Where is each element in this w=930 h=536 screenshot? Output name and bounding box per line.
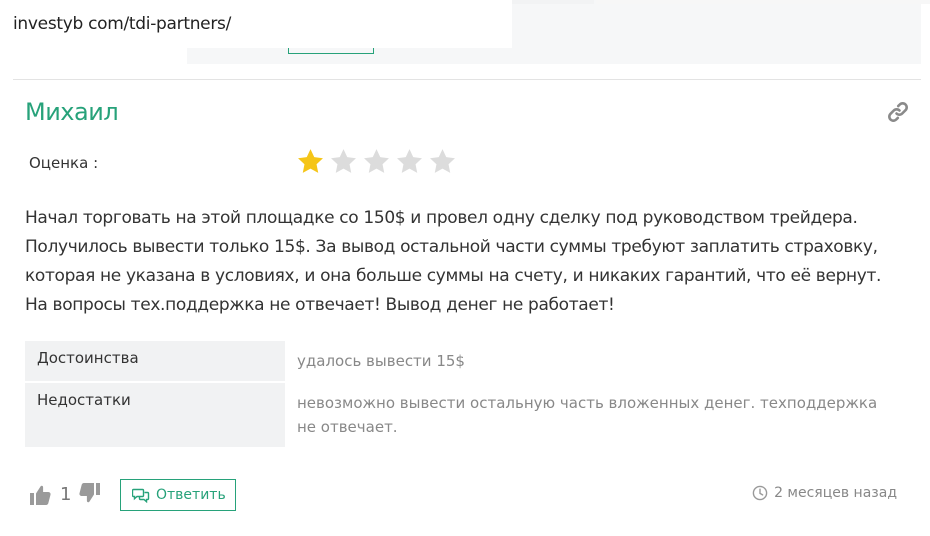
divider xyxy=(13,79,921,80)
review-text: Начал торговать на этой площадке со 150$… xyxy=(25,208,882,315)
rating-label: Оценка : xyxy=(29,154,99,172)
url-text[interactable]: investyb com/tdi-partners/ xyxy=(13,14,231,34)
link-icon[interactable] xyxy=(886,100,910,124)
top-strip xyxy=(512,0,594,4)
cons-value: невозможно вывести остальную часть вложе… xyxy=(285,382,909,449)
reply-button[interactable]: Ответить xyxy=(120,479,236,511)
pros-cons-table: Достоинства удалось вывести 15$ Недостат… xyxy=(25,341,909,449)
vote-count: 1 xyxy=(60,484,72,505)
review-footer: 1 Ответить 2 месяцев назад xyxy=(29,478,899,512)
star-empty-icon xyxy=(430,149,455,173)
clock-icon xyxy=(752,485,768,501)
thumbs-down-icon[interactable] xyxy=(79,482,101,506)
pros-row: Достоинства удалось вывести 15$ xyxy=(25,341,909,383)
rating-stars xyxy=(296,147,457,176)
cons-row: Недостатки невозможно вывести остальную … xyxy=(25,382,909,449)
cons-label: Недостатки xyxy=(25,382,285,448)
top-strip-right xyxy=(596,0,930,4)
star-empty-icon xyxy=(397,149,422,173)
star-empty-icon xyxy=(331,149,356,173)
address-bar[interactable]: investyb com/tdi-partners/ xyxy=(0,0,512,48)
review-author: Михаил xyxy=(25,98,119,126)
pros-label: Достоинства xyxy=(25,341,285,382)
pros-value: удалось вывести 15$ xyxy=(285,341,909,383)
star-empty-icon xyxy=(364,149,389,173)
star-filled-icon xyxy=(298,149,323,173)
thumbs-up-icon[interactable] xyxy=(29,482,51,506)
time-ago: 2 месяцев назад xyxy=(774,485,897,501)
review-time: 2 месяцев назад xyxy=(752,485,897,501)
chat-bubbles-icon xyxy=(132,488,150,503)
reply-button-label: Ответить xyxy=(156,487,226,503)
